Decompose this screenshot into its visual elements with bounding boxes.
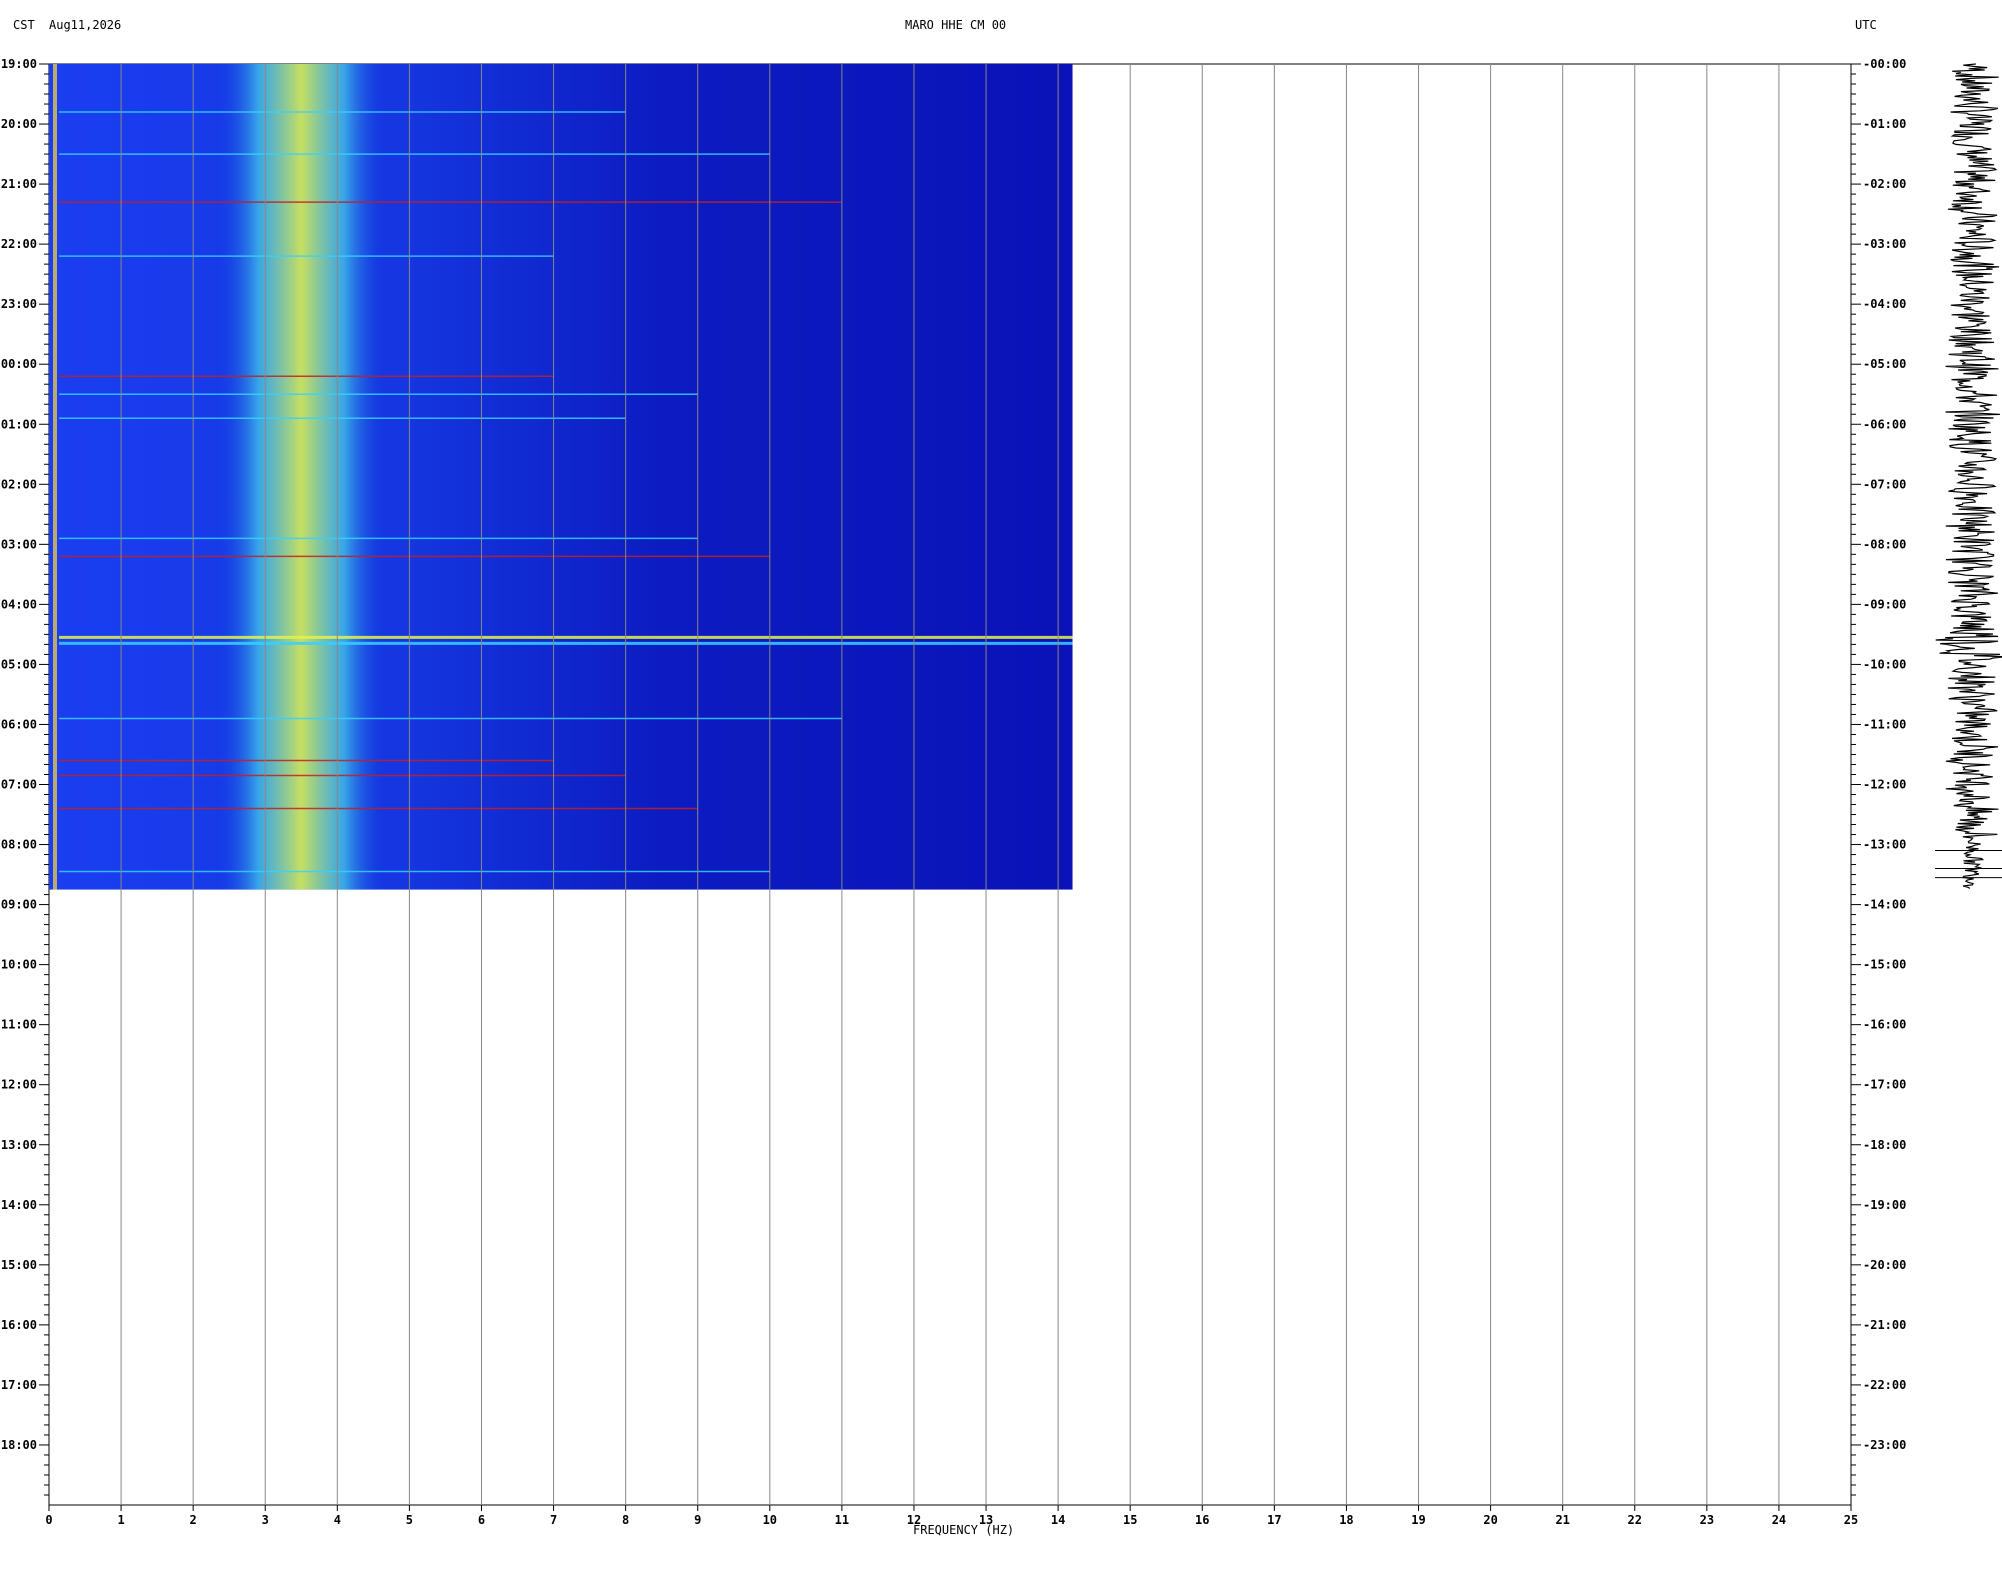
x-tick-label: 9 — [694, 1513, 701, 1527]
right-time-label: -07:00 — [1863, 477, 1906, 491]
right-time-label: -15:00 — [1863, 958, 1906, 972]
left-time-label: 00:00 — [1, 357, 37, 371]
energy-band — [214, 64, 388, 890]
x-tick-label: 11 — [835, 1513, 849, 1527]
x-tick-label: 23 — [1700, 1513, 1714, 1527]
left-time-label: 19:00 — [1, 57, 37, 71]
right-time-label: -04:00 — [1863, 297, 1906, 311]
right-time-label: -02:00 — [1863, 177, 1906, 191]
right-time-label: -18:00 — [1863, 1138, 1906, 1152]
right-time-label: -00:00 — [1863, 57, 1906, 71]
x-tick-label: 25 — [1844, 1513, 1858, 1527]
left-time-label: 08:00 — [1, 838, 37, 852]
right-time-label: -14:00 — [1863, 898, 1906, 912]
x-tick-label: 0 — [45, 1513, 52, 1527]
left-time-label: 15:00 — [1, 1258, 37, 1272]
right-time-label: -10:00 — [1863, 657, 1906, 671]
x-tick-label: 20 — [1483, 1513, 1497, 1527]
right-time-label: -06:00 — [1863, 417, 1906, 431]
x-tick-label: 6 — [478, 1513, 485, 1527]
station-title: MARO HHE CM 00 — [905, 18, 1006, 32]
right-time-label: -13:00 — [1863, 838, 1906, 852]
left-time-label: 14:00 — [1, 1198, 37, 1212]
left-time-label: 18:00 — [1, 1438, 37, 1452]
left-time-label: 22:00 — [1, 237, 37, 251]
right-time-label: -09:00 — [1863, 597, 1906, 611]
x-tick-label: 8 — [622, 1513, 629, 1527]
x-tick-label: 7 — [550, 1513, 557, 1527]
right-time-label: -21:00 — [1863, 1318, 1906, 1332]
left-time-label: 13:00 — [1, 1138, 37, 1152]
left-time-axis: 19:00 20:00 21:00 22:00 23:00 00:00 01:00 02:00… — [1, 57, 49, 1496]
x-tick-label: 10 — [763, 1513, 777, 1527]
right-time-label: -11:00 — [1863, 717, 1906, 731]
date-label: Aug11,2026 — [49, 18, 121, 32]
right-time-label: -08:00 — [1863, 537, 1906, 551]
x-tick-label: 18 — [1339, 1513, 1353, 1527]
left-time-label: 02:00 — [1, 477, 37, 491]
spectrogram-image — [49, 64, 1073, 890]
right-time-label: -01:00 — [1863, 117, 1906, 131]
x-tick-label: 2 — [190, 1513, 197, 1527]
left-time-label: 03:00 — [1, 537, 37, 551]
right-timezone-label: UTC — [1855, 18, 1877, 32]
right-time-label: -12:00 — [1863, 778, 1906, 792]
x-tick-label: 16 — [1195, 1513, 1209, 1527]
left-time-label: 17:00 — [1, 1378, 37, 1392]
right-time-label: -17:00 — [1863, 1078, 1906, 1092]
low-frequency-edge — [53, 64, 57, 890]
right-time-label: -03:00 — [1863, 237, 1906, 251]
right-time-label: -05:00 — [1863, 357, 1906, 371]
right-time-label: -23:00 — [1863, 1438, 1906, 1452]
right-time-label: -19:00 — [1863, 1198, 1906, 1212]
left-time-label: 20:00 — [1, 117, 37, 131]
left-time-label: 16:00 — [1, 1318, 37, 1332]
right-time-axis: -00:00 -01:00 -02:00 -03:00 -04:00 -05:00 -06:… — [1851, 57, 1906, 1496]
x-tick-label: 14 — [1051, 1513, 1065, 1527]
left-time-label: 06:00 — [1, 717, 37, 731]
left-timezone-label: CST — [13, 18, 35, 32]
left-time-label: 23:00 — [1, 297, 37, 311]
x-tick-label: 21 — [1555, 1513, 1569, 1527]
x-tick-label: 19 — [1411, 1513, 1425, 1527]
x-tick-label: 22 — [1628, 1513, 1642, 1527]
right-time-label: -22:00 — [1863, 1378, 1906, 1392]
left-time-label: 12:00 — [1, 1078, 37, 1092]
x-tick-label: 5 — [406, 1513, 413, 1527]
right-time-label: -20:00 — [1863, 1258, 1906, 1272]
x-tick-label: 17 — [1267, 1513, 1281, 1527]
trace-waveform — [1935, 63, 2002, 889]
x-tick-label: 24 — [1772, 1513, 1786, 1527]
spectrogram-chart: CST Aug11,2026 MARO HHE CM 00 UTC 012345… — [1, 18, 2002, 1537]
left-time-label: 01:00 — [1, 417, 37, 431]
right-time-label: -16:00 — [1863, 1018, 1906, 1032]
left-time-label: 07:00 — [1, 778, 37, 792]
x-tick-label: 15 — [1123, 1513, 1137, 1527]
x-tick-label: 4 — [334, 1513, 341, 1527]
seismogram-trace — [1935, 63, 2002, 889]
left-time-label: 04:00 — [1, 597, 37, 611]
left-time-label: 10:00 — [1, 958, 37, 972]
left-time-label: 05:00 — [1, 657, 37, 671]
x-tick-label: 3 — [262, 1513, 269, 1527]
left-time-label: 21:00 — [1, 177, 37, 191]
left-time-label: 09:00 — [1, 898, 37, 912]
x-tick-label: 1 — [117, 1513, 124, 1527]
spectrogram-background — [49, 64, 1073, 890]
left-time-label: 11:00 — [1, 1018, 37, 1032]
x-axis-title: FREQUENCY (HZ) — [913, 1523, 1014, 1537]
